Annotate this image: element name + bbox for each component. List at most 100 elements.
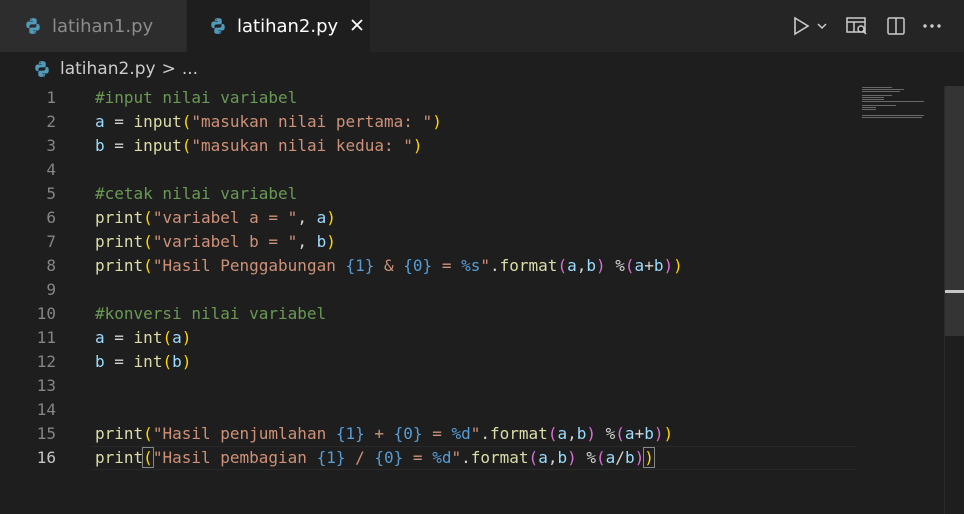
code-token: ( <box>615 424 625 443</box>
open-preview-icon[interactable] <box>846 16 868 36</box>
chevron-down-icon[interactable] <box>816 20 828 32</box>
breadcrumb: latihan2.py > ... <box>0 52 964 86</box>
line-number: 2 <box>46 112 56 131</box>
code-token: ( <box>624 256 635 275</box>
code-token: ( <box>162 328 173 347</box>
code-token: input <box>133 112 182 131</box>
line-number: 10 <box>36 304 56 323</box>
scrollbar-thumb[interactable] <box>945 86 964 336</box>
code-token: b <box>95 352 105 371</box>
code-token: / <box>345 448 375 467</box>
breadcrumb-symbols[interactable]: ... <box>182 59 198 79</box>
scrollbar-cursor-marker <box>945 290 964 293</box>
code-token: a <box>634 256 645 275</box>
code-token: ( <box>162 352 173 371</box>
code-token: %d <box>432 448 452 467</box>
split-editor-icon[interactable] <box>886 16 906 36</box>
line-number: 7 <box>46 232 56 251</box>
tab-latihan1[interactable]: latihan1.py <box>0 0 186 52</box>
code-text: #konversi nilai variabel <box>95 302 326 326</box>
code-token: % <box>605 256 625 275</box>
code-token: print <box>95 448 144 467</box>
code-token: format <box>490 424 548 443</box>
tab-label: latihan2.py <box>237 15 339 37</box>
code-token: ) <box>663 256 674 275</box>
code-text: #cetak nilai variabel <box>95 182 297 206</box>
code-token: b <box>586 256 596 275</box>
line-number: 8 <box>46 256 56 275</box>
code-token: = <box>403 448 433 467</box>
line-number: 14 <box>36 400 56 419</box>
code-token: a <box>316 208 327 227</box>
code-token: ) <box>567 448 577 467</box>
code-token: "masukan nilai pertama: " <box>191 112 433 131</box>
code-token: , <box>576 256 587 275</box>
more-actions-icon[interactable] <box>922 23 942 29</box>
code-token: ) <box>586 424 597 443</box>
code-token: / <box>615 448 625 467</box>
code-token: a <box>605 448 616 467</box>
breadcrumb-file[interactable]: latihan2.py <box>60 59 156 79</box>
code-token: a <box>624 424 635 443</box>
code-token: "variabel b = " <box>152 232 298 251</box>
line-number: 11 <box>36 328 56 347</box>
code-text: print("variabel a = ", a) <box>95 206 336 230</box>
code-token: ( <box>143 232 153 251</box>
code-token: print <box>95 256 144 275</box>
run-icon[interactable] <box>792 16 810 36</box>
minimap[interactable] <box>862 86 944 126</box>
line-number: 12 <box>36 352 56 371</box>
code-token: ( <box>528 448 539 467</box>
code-token: , <box>567 424 577 443</box>
code-editor[interactable]: 1 #input nilai variabel 2 a = input("masuka… <box>0 86 940 514</box>
code-token: format <box>499 256 558 275</box>
code-token: {0} <box>374 448 404 467</box>
close-icon[interactable] <box>350 16 364 37</box>
code-token: input <box>133 136 182 155</box>
python-file-icon <box>211 18 225 34</box>
code-token: ( <box>143 256 153 275</box>
line-number: 9 <box>46 280 56 299</box>
code-token: ) <box>412 136 423 155</box>
code-token: ( <box>143 424 153 443</box>
code-token: ) <box>326 232 336 251</box>
code-token: . <box>461 448 471 467</box>
code-token: "Hasil penjumlahan <box>152 424 336 443</box>
code-token: ) <box>673 256 683 275</box>
code-token: b <box>95 136 105 155</box>
code-token: ) <box>634 448 645 467</box>
code-token: = <box>104 328 134 347</box>
code-token: %d <box>451 424 471 443</box>
code-text: a = int(a) <box>95 326 191 350</box>
code-token: a <box>172 328 182 347</box>
editor-actions <box>778 0 964 52</box>
line-number: 13 <box>36 376 56 395</box>
code-token: int <box>133 352 163 371</box>
code-token: ) <box>643 447 655 468</box>
code-token: b <box>172 352 182 371</box>
code-token: ) <box>326 208 336 227</box>
code-text: a = input("masukan nilai pertama: ") <box>95 110 442 134</box>
code-token: " <box>480 256 490 275</box>
code-token: ) <box>663 424 674 443</box>
vertical-scrollbar[interactable] <box>944 86 964 514</box>
code-token: {1} <box>316 448 346 467</box>
code-token: , <box>297 208 317 227</box>
code-token: "masukan nilai kedua: " <box>191 136 413 155</box>
code-token: " <box>451 448 462 467</box>
code-token: = <box>104 112 134 131</box>
code-token: % <box>576 448 597 467</box>
breadcrumb-separator: > <box>161 59 176 79</box>
code-token: int <box>133 328 163 347</box>
code-text: b = input("masukan nilai kedua: ") <box>95 134 423 158</box>
code-token: + <box>644 256 654 275</box>
code-token: ( <box>181 112 192 131</box>
code-text: #input nilai variabel <box>95 86 297 110</box>
code-token: ( <box>596 448 606 467</box>
code-token: b <box>557 448 568 467</box>
code-token: a <box>95 112 105 131</box>
tab-bar: latihan1.py latihan2.py <box>0 0 964 52</box>
code-token: & <box>374 256 404 275</box>
tab-latihan2[interactable]: latihan2.py <box>187 0 370 52</box>
line-number: 5 <box>46 184 56 203</box>
